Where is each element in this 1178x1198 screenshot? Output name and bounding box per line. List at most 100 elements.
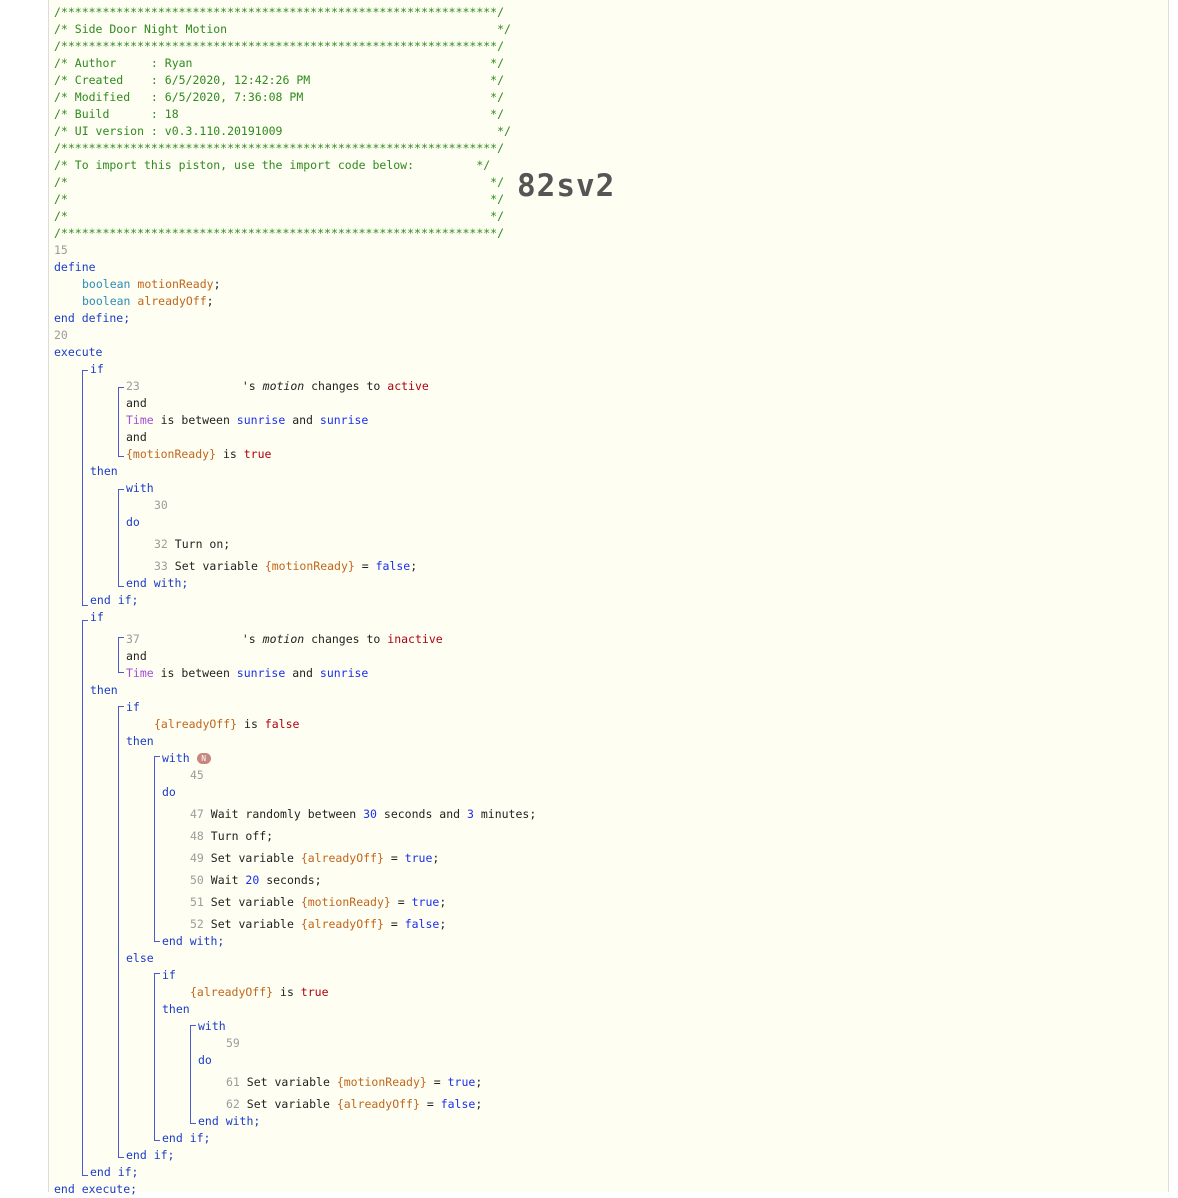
- code-line[interactable]: and: [54, 429, 536, 446]
- line-number: 51: [190, 895, 204, 909]
- value-inactive: inactive: [387, 632, 443, 646]
- comment-blank: /* */: [54, 175, 505, 189]
- statement-line[interactable]: 61 Set variable {motionReady} = true;: [54, 1074, 536, 1091]
- code-line[interactable]: with N: [54, 750, 536, 767]
- line-number: 32: [154, 537, 168, 551]
- code-line[interactable]: end define;: [54, 310, 536, 327]
- line-number: 15: [54, 243, 68, 257]
- code-line[interactable]: end execute;: [54, 1181, 536, 1198]
- line-number: 50: [190, 873, 204, 887]
- variable-name: motionReady: [137, 277, 214, 291]
- value-true: true: [447, 1075, 476, 1089]
- ui-version-line: /* UI version : v0.3.110.20191009 */: [54, 124, 511, 138]
- code-line[interactable]: then: [54, 682, 536, 699]
- attribute-name: motion: [262, 379, 305, 393]
- code-line[interactable]: then: [54, 463, 536, 480]
- type-keyword: boolean: [82, 277, 131, 291]
- statement-line[interactable]: 52 Set variable {alreadyOff} = false;: [54, 916, 536, 933]
- notification-badge-icon[interactable]: N: [196, 753, 211, 764]
- value-true: true: [411, 895, 440, 909]
- end-if-keyword: end if;: [90, 593, 139, 607]
- condition-line[interactable]: Time is between sunrise and sunrise: [54, 412, 536, 429]
- code-line[interactable]: else: [54, 950, 536, 967]
- condition-line[interactable]: {alreadyOff} is false: [54, 716, 536, 733]
- condition-line[interactable]: {alreadyOff} is true: [54, 984, 536, 1001]
- code-line[interactable]: boolean motionReady;: [54, 276, 536, 293]
- condition-line[interactable]: 37's motion changes to inactive: [54, 631, 536, 648]
- code-line[interactable]: execute: [54, 344, 536, 361]
- block-bracket: [118, 489, 124, 587]
- line-number: 20: [54, 328, 68, 342]
- code-line[interactable]: with: [54, 1018, 536, 1035]
- code-line[interactable]: end if;: [54, 1164, 536, 1181]
- code-line: 45: [54, 767, 536, 784]
- statement-line[interactable]: 50 Wait 20 seconds;: [54, 872, 536, 889]
- value-true: true: [243, 447, 272, 461]
- block-bracket: [190, 1025, 196, 1124]
- if-keyword: if: [90, 610, 104, 624]
- created-line: /* Created : 6/5/2020, 12:42:26 PM */: [54, 73, 505, 87]
- code-line[interactable]: then: [54, 733, 536, 750]
- code-line[interactable]: if: [54, 609, 536, 626]
- condition-line[interactable]: 23's motion changes to active: [54, 378, 536, 395]
- line-number: 61: [226, 1075, 240, 1089]
- code-line[interactable]: and: [54, 648, 536, 665]
- statement-line[interactable]: 33 Set variable {motionReady} = false;: [54, 558, 536, 575]
- header-border: /***************************************…: [54, 39, 505, 53]
- line-number: 23: [126, 379, 140, 393]
- code-line[interactable]: do: [54, 784, 536, 801]
- code-line[interactable]: boolean alreadyOff;: [54, 293, 536, 310]
- line-number: 30: [154, 498, 168, 512]
- code-line[interactable]: end if;: [54, 1147, 536, 1164]
- code-line[interactable]: end if;: [54, 592, 536, 609]
- code-line[interactable]: end if;: [54, 1130, 536, 1147]
- code-line[interactable]: then: [54, 1001, 536, 1018]
- code-line[interactable]: and: [54, 395, 536, 412]
- import-code[interactable]: 82sv2: [517, 168, 615, 204]
- code-line[interactable]: with: [54, 480, 536, 497]
- build-line: /* Build : 18 */: [54, 107, 505, 121]
- time-keyword: Time: [126, 666, 154, 680]
- piston-title: /* Side Door Night Motion */: [54, 22, 511, 36]
- variable-ref: {alreadyOff}: [300, 917, 384, 931]
- header-border: /***************************************…: [54, 141, 505, 155]
- code-line[interactable]: do: [54, 1052, 536, 1069]
- variable-ref: {alreadyOff}: [336, 1097, 420, 1111]
- statement-line[interactable]: 48 Turn off;: [54, 828, 536, 845]
- code-line: 30: [54, 497, 536, 514]
- code-line[interactable]: if: [54, 967, 536, 984]
- code-line[interactable]: end with;: [54, 575, 536, 592]
- code-line[interactable]: define: [54, 259, 536, 276]
- statement-line[interactable]: 49 Set variable {alreadyOff} = true;: [54, 850, 536, 867]
- condition-line[interactable]: Time is between sunrise and sunrise: [54, 665, 536, 682]
- value-false: false: [440, 1097, 476, 1111]
- code-line: 15: [54, 242, 536, 259]
- type-keyword: boolean: [82, 294, 131, 308]
- line-number: 62: [226, 1097, 240, 1111]
- header-border: /***************************************…: [54, 226, 505, 240]
- execute-keyword: execute: [54, 345, 103, 359]
- code-line[interactable]: if: [54, 361, 536, 378]
- and-operator: and: [126, 396, 147, 410]
- line-number: 49: [190, 851, 204, 865]
- condition-line[interactable]: {motionReady} is true: [54, 446, 536, 463]
- end-execute-keyword: end execute;: [54, 1182, 138, 1196]
- time-keyword: Time: [126, 413, 154, 427]
- statement-line[interactable]: 47 Wait randomly between 30 seconds and …: [54, 806, 536, 823]
- code-line[interactable]: if: [54, 699, 536, 716]
- modified-line: /* Modified : 6/5/2020, 7:36:08 PM */: [54, 90, 505, 104]
- code-line[interactable]: end with;: [54, 1113, 536, 1130]
- if-keyword: if: [126, 700, 140, 714]
- line-number: 33: [154, 559, 168, 573]
- end-define-keyword: end define;: [54, 311, 131, 325]
- code-line[interactable]: end with;: [54, 933, 536, 950]
- and-operator: and: [126, 430, 147, 444]
- value-true: true: [404, 851, 433, 865]
- statement-line[interactable]: 62 Set variable {alreadyOff} = false;: [54, 1096, 536, 1113]
- if-keyword: if: [162, 968, 176, 982]
- statement-line[interactable]: 32 Turn on;: [54, 536, 536, 553]
- statement-line[interactable]: 51 Set variable {motionReady} = true;: [54, 894, 536, 911]
- code-line: 59: [54, 1035, 536, 1052]
- code-line[interactable]: do: [54, 514, 536, 531]
- turn-off-command: Turn off;: [210, 829, 274, 843]
